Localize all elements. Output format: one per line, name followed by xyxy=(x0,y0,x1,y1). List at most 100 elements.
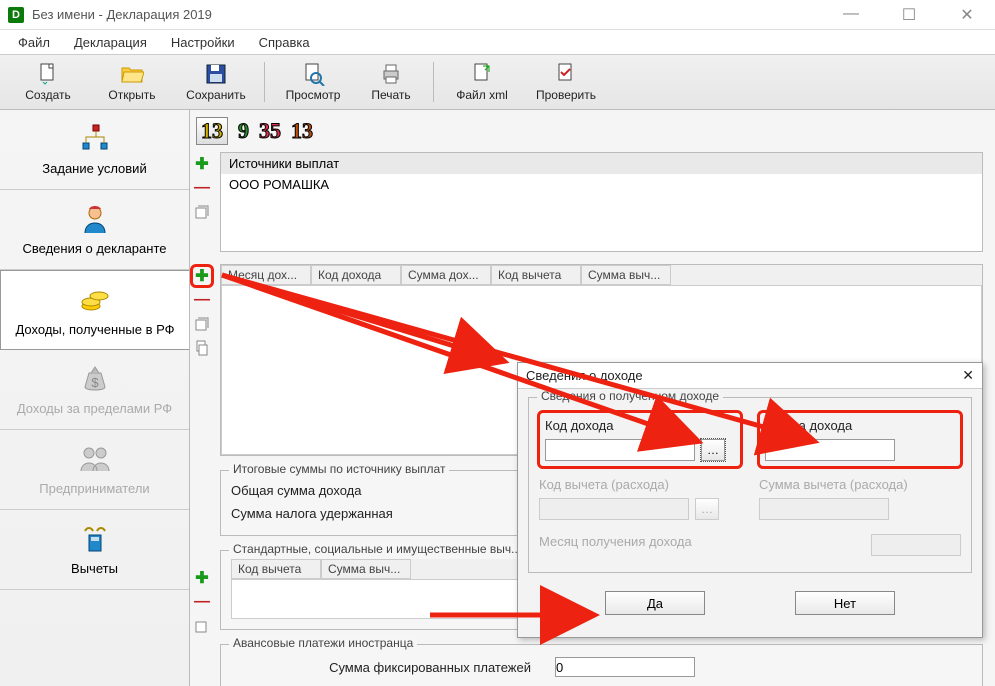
foreign-group: Авансовые платежи иностранца Сумма фикси… xyxy=(220,644,983,686)
menu-help[interactable]: Справка xyxy=(249,33,320,52)
dialog-group-title: Сведения о полученном доходе xyxy=(537,389,723,403)
check-label: Проверить xyxy=(536,88,596,102)
filexml-button[interactable]: Файл xml xyxy=(440,56,524,108)
xml-icon xyxy=(470,62,494,86)
print-button[interactable]: Печать xyxy=(355,56,427,108)
ded-col-sum[interactable]: Сумма выч... xyxy=(321,559,411,579)
sidebar-item-income-abroad[interactable]: $ Доходы за пределами РФ xyxy=(0,350,189,430)
add-source-button[interactable]: ✚ xyxy=(192,154,212,174)
sidebar-label: Доходы, полученные в РФ xyxy=(15,322,174,337)
sidebar-item-income-rf[interactable]: Доходы, полученные в РФ xyxy=(0,270,189,350)
foreign-input[interactable] xyxy=(555,657,695,677)
income-code-lookup-button[interactable]: … xyxy=(701,439,725,461)
edit-deduction-button[interactable] xyxy=(192,616,212,636)
save-button[interactable]: Сохранить xyxy=(174,56,258,108)
income-code-input[interactable] xyxy=(545,439,695,461)
coins-icon xyxy=(79,284,111,316)
dialog-close-button[interactable]: ✕ xyxy=(962,367,974,384)
conditions-icon xyxy=(79,123,111,155)
col-sum[interactable]: Сумма дох... xyxy=(401,265,491,285)
print-label: Печать xyxy=(371,88,410,102)
print-icon xyxy=(379,62,403,86)
month-label: Месяц получения дохода xyxy=(539,534,741,549)
col-month[interactable]: Месяц дох... xyxy=(221,265,311,285)
new-file-icon xyxy=(36,62,60,86)
source-row[interactable]: ООО РОМАШКА xyxy=(221,174,982,195)
open-button[interactable]: Открыть xyxy=(90,56,174,108)
copy-income-button[interactable] xyxy=(192,338,212,358)
rate-13-yellow[interactable]: 13 xyxy=(196,117,228,145)
dialog-group: Сведения о полученном доходе Код дохода … xyxy=(528,397,972,573)
col-ded-sum[interactable]: Сумма выч... xyxy=(581,265,671,285)
remove-income-button[interactable]: — xyxy=(192,290,212,310)
dialog-yes-button[interactable]: Да xyxy=(605,591,705,615)
maximize-button[interactable]: ☐ xyxy=(889,5,929,25)
create-label: Создать xyxy=(25,88,71,102)
svg-text:$: $ xyxy=(91,375,99,390)
toolbar-separator xyxy=(264,62,265,102)
edit-source-button[interactable] xyxy=(192,202,212,222)
folder-open-icon xyxy=(120,62,144,86)
add-income-button[interactable]: ✚ xyxy=(192,266,212,286)
menu-declaration[interactable]: Декларация xyxy=(64,33,157,52)
preview-icon xyxy=(301,62,325,86)
foreign-label: Сумма фиксированных платежей xyxy=(231,660,531,675)
deduction-tools: ✚ — xyxy=(192,568,216,636)
rate-35[interactable]: 35 xyxy=(259,118,281,144)
sidebar-label: Доходы за пределами РФ xyxy=(17,401,172,416)
tax-withheld-label: Сумма налога удержанная xyxy=(231,506,393,521)
col-code[interactable]: Код дохода xyxy=(311,265,401,285)
remove-deduction-button[interactable]: — xyxy=(192,592,212,612)
sidebar-label: Сведения о декларанте xyxy=(23,241,167,256)
minimize-button[interactable]: — xyxy=(831,5,871,25)
income-grid-header: Месяц дох... Код дохода Сумма дох... Код… xyxy=(221,265,982,285)
deductions-title: Стандартные, социальные и имущественные … xyxy=(229,542,525,556)
rate-9[interactable]: 9 xyxy=(238,118,249,144)
person-icon xyxy=(79,203,111,235)
sources-tools: ✚ — xyxy=(192,154,216,222)
totals-title: Итоговые суммы по источнику выплат xyxy=(229,462,449,476)
ded-col-code[interactable]: Код вычета xyxy=(231,559,321,579)
ded-code-input xyxy=(539,498,689,520)
dialog-no-button[interactable]: Нет xyxy=(795,591,895,615)
check-button[interactable]: Проверить xyxy=(524,56,608,108)
create-button[interactable]: Создать xyxy=(6,56,90,108)
add-deduction-button[interactable]: ✚ xyxy=(192,568,212,588)
col-ded-code[interactable]: Код вычета xyxy=(491,265,581,285)
rate-13-orange[interactable]: 13 xyxy=(291,118,313,144)
sidebar-label: Вычеты xyxy=(71,561,118,576)
toolbar: Создать Открыть Сохранить Просмотр Печат… xyxy=(0,54,995,110)
sidebar-item-entrepreneur[interactable]: Предприниматели xyxy=(0,430,189,510)
income-tools: ✚ — xyxy=(192,266,216,358)
rate-tabs: 13 9 35 13 xyxy=(190,114,987,148)
foreign-title: Авансовые платежи иностранца xyxy=(229,636,417,650)
titlebar: D Без имени - Декларация 2019 — ☐ ✕ xyxy=(0,0,995,30)
sidebar-label: Задание условий xyxy=(42,161,146,176)
preview-button[interactable]: Просмотр xyxy=(271,56,355,108)
sidebar-item-deductions[interactable]: Вычеты xyxy=(0,510,189,590)
menu-file[interactable]: Файл xyxy=(8,33,60,52)
sidebar-item-declarant[interactable]: Сведения о декларанте xyxy=(0,190,189,270)
edit-income-button[interactable] xyxy=(192,314,212,334)
close-button[interactable]: ✕ xyxy=(947,5,987,25)
income-code-label: Код дохода xyxy=(545,418,735,433)
remove-source-button[interactable]: — xyxy=(192,178,212,198)
dialog-title: Сведения о доходе xyxy=(526,368,962,383)
menu-settings[interactable]: Настройки xyxy=(161,33,245,52)
ded-code-lookup-button: … xyxy=(695,498,719,520)
income-code-field: Код дохода … xyxy=(539,412,741,467)
window-title: Без имени - Декларация 2019 xyxy=(32,7,831,22)
open-label: Открыть xyxy=(108,88,155,102)
ded-sum-label: Сумма вычета (расхода) xyxy=(759,477,961,492)
month-field: Месяц получения дохода xyxy=(539,534,741,556)
income-sum-input[interactable] xyxy=(765,439,895,461)
total-sum-label: Общая сумма дохода xyxy=(231,483,362,498)
sidebar-item-conditions[interactable]: Задание условий xyxy=(0,110,189,190)
income-dialog: Сведения о доходе ✕ Сведения о полученно… xyxy=(517,362,983,638)
income-sum-label: Сумма дохода xyxy=(765,418,955,433)
save-label: Сохранить xyxy=(186,88,246,102)
dialog-titlebar[interactable]: Сведения о доходе ✕ xyxy=(518,363,982,389)
ded-sum-input xyxy=(759,498,889,520)
save-icon xyxy=(204,62,228,86)
sidebar-label: Предприниматели xyxy=(39,481,149,496)
